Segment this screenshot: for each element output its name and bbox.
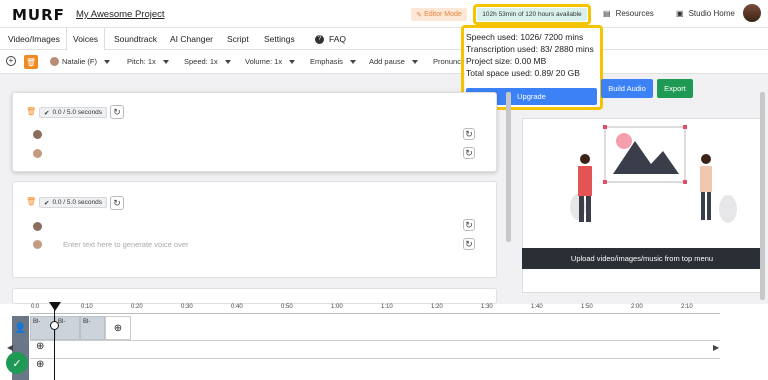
user-avatar[interactable] [743, 4, 761, 22]
timeline-tick: 0:0 [31, 304, 40, 310]
speed-select[interactable]: Speed: 1x [184, 57, 231, 66]
chevron-down-icon [224, 59, 231, 64]
add-music-icon[interactable]: ⊕ [36, 341, 44, 352]
timeline-tick: 1:40 [531, 304, 543, 310]
editor-mode-badge[interactable]: ✎ Editor Mode [411, 8, 467, 21]
chevron-down-icon [411, 59, 418, 64]
refresh-icon[interactable]: ↻ [463, 128, 475, 140]
refresh-icon[interactable]: ↻ [110, 196, 124, 210]
voice-clip[interactable]: Bl- [55, 316, 80, 340]
timeline-tick: 1:20 [431, 304, 443, 310]
timeline-tick: 2:00 [631, 304, 643, 310]
playhead-handle[interactable] [49, 302, 61, 311]
voice-avatar [50, 57, 59, 66]
scrollbar[interactable] [506, 92, 511, 242]
timeline-tick: 0:30 [181, 304, 193, 310]
tab-settings[interactable]: Settings [264, 28, 295, 50]
speaker-avatar[interactable] [33, 222, 42, 231]
timeline-tick: 1:10 [381, 304, 393, 310]
speaker-avatar[interactable] [33, 130, 42, 139]
speaker-avatar[interactable] [33, 240, 42, 249]
tab-soundtrack[interactable]: Soundtrack [114, 28, 157, 50]
voice-block[interactable] [12, 92, 497, 172]
timeline-ruler [30, 313, 720, 314]
murf-logo[interactable]: MURF [12, 6, 65, 24]
pencil-icon: ✎ [416, 11, 423, 19]
tab-ai-changer[interactable]: AI Changer [170, 28, 213, 50]
track-divider [30, 340, 720, 341]
chevron-down-icon [289, 59, 296, 64]
add-clip-icon[interactable]: ⊕ [105, 316, 131, 340]
add-track-icon[interactable]: ⊕ [36, 359, 44, 370]
trash-icon[interactable]: 🗑 [26, 197, 36, 206]
timeline-tick: 1:50 [581, 304, 593, 310]
book-icon: ▤ [603, 9, 611, 18]
refresh-icon[interactable]: ↻ [463, 219, 475, 231]
scrollbar[interactable] [760, 92, 765, 300]
build-audio-button[interactable]: Build Audio [601, 79, 653, 98]
export-button[interactable]: Export [657, 79, 693, 98]
tab-script[interactable]: Script [227, 28, 249, 50]
voice-clip[interactable]: Bl- [80, 316, 105, 340]
scroll-left-icon[interactable]: ◀ [7, 343, 13, 352]
timeline-tick: 1:30 [481, 304, 493, 310]
block-timing[interactable]: ✔ 0.0 / 5.0 seconds [39, 107, 107, 118]
volume-select[interactable]: Volume: 1x [245, 57, 296, 66]
tab-faq[interactable]: ? FAQ [315, 28, 346, 50]
check-icon: ✔ [44, 199, 50, 207]
timeline-tick: 0:20 [131, 304, 143, 310]
voice-block[interactable] [12, 288, 497, 304]
hours-highlight-box [473, 4, 591, 25]
playhead-marker[interactable] [50, 321, 59, 330]
refresh-icon[interactable]: ↻ [463, 147, 475, 159]
help-icon: ? [315, 34, 324, 44]
person-icon: 👤 [12, 316, 29, 340]
upload-message: Upload video/images/music from top menu [522, 248, 762, 269]
timeline-tick: 0:50 [281, 304, 293, 310]
block-timing[interactable]: ✔ 0.0 / 5.0 seconds [39, 197, 107, 208]
studio-icon: ▣ [676, 9, 684, 18]
check-icon[interactable]: ✓ [6, 352, 28, 374]
delete-block-button[interactable]: 🗑 [24, 55, 38, 69]
refresh-icon[interactable]: ↻ [110, 105, 124, 119]
add-pause-select[interactable]: Add pause [369, 57, 418, 66]
studio-home-button[interactable]: ▣ Studio Home [676, 9, 735, 18]
timeline-tick: 2:10 [681, 304, 693, 310]
trash-icon: 🗑 [24, 55, 38, 69]
timeline-tick: 1:00 [331, 304, 343, 310]
speaker-avatar[interactable] [33, 149, 42, 158]
emphasis-select[interactable]: Emphasis [310, 57, 356, 66]
add-block-icon[interactable]: + [6, 56, 16, 66]
illustration [570, 125, 737, 223]
text-input-placeholder[interactable]: Enter text here to generate voice over [63, 240, 189, 249]
timeline-tick: 0:10 [81, 304, 93, 310]
project-title[interactable]: My Awesome Project [76, 9, 165, 20]
resources-button[interactable]: ▤ Resources [603, 9, 654, 18]
timeline-tick: 0:40 [231, 304, 243, 310]
chevron-down-icon [349, 59, 356, 64]
pronunciation-select[interactable]: Pronunci [433, 57, 463, 66]
refresh-icon[interactable]: ↻ [463, 238, 475, 250]
check-icon: ✔ [44, 109, 50, 117]
trash-icon[interactable]: 🗑 [26, 107, 36, 116]
tab-voices[interactable]: Voices [66, 28, 106, 50]
scroll-right-icon[interactable]: ▶ [713, 343, 719, 352]
track-divider [30, 358, 720, 359]
voice-select[interactable]: Natalie (F) [50, 57, 111, 66]
voice-block[interactable] [12, 181, 497, 278]
pitch-select[interactable]: Pitch: 1x [127, 57, 169, 66]
tab-video-images[interactable]: Video/Images [8, 28, 60, 50]
chevron-down-icon [162, 59, 169, 64]
chevron-down-icon [104, 59, 111, 64]
